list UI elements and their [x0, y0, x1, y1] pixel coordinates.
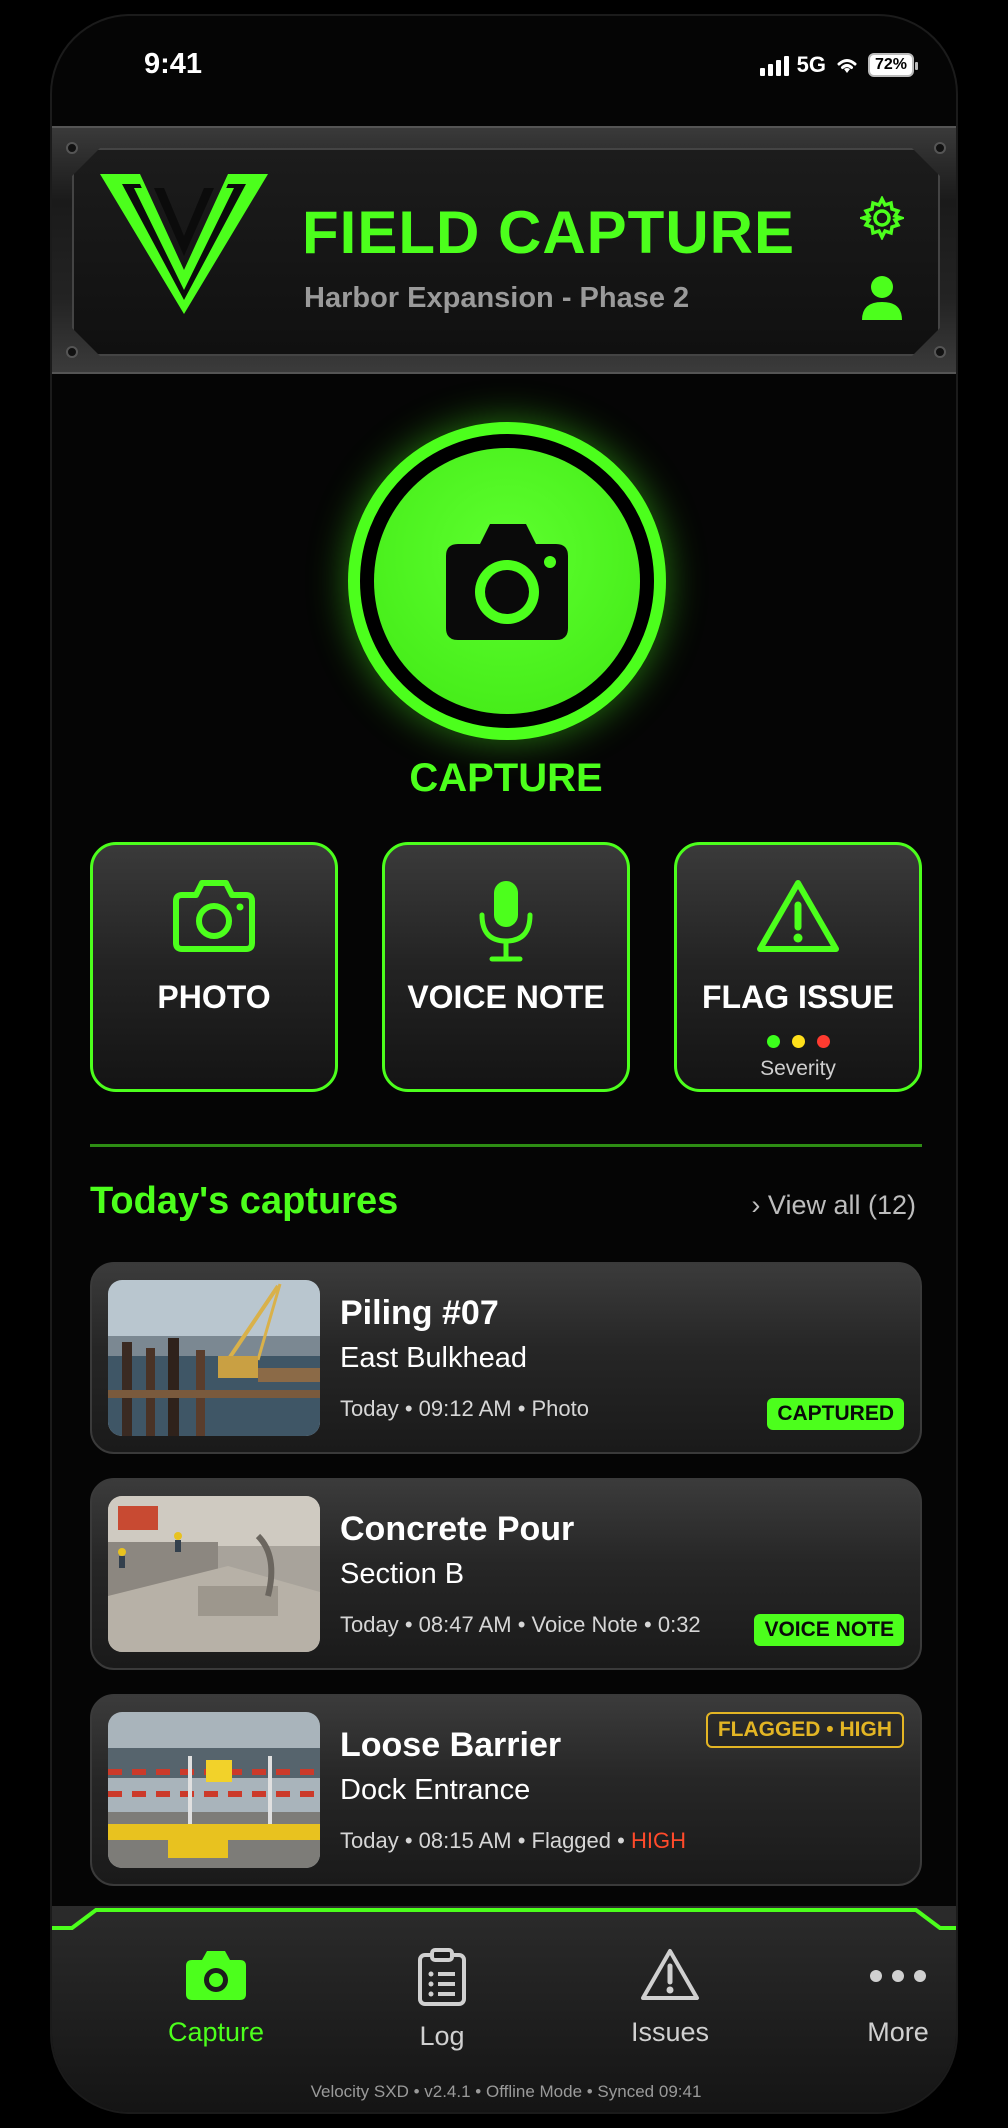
voice-note-label: VOICE NOTE	[407, 979, 605, 1015]
tab-more[interactable]: More	[808, 1948, 956, 2048]
capture-thumbnail	[108, 1280, 320, 1436]
severity-low-dot	[766, 1035, 780, 1048]
capture-meta: Today • 08:47 AM • Voice Note • 0:32	[340, 1612, 701, 1637]
camera-icon	[173, 880, 255, 952]
profile-icon[interactable]	[860, 274, 904, 322]
app-header: FIELD CAPTURE Harbor Expansion - Phase 2	[52, 126, 956, 374]
capture-title: Piling #07	[340, 1294, 499, 1332]
tab-label: Issues	[630, 2017, 710, 2047]
tab-bar-edge	[52, 1908, 956, 1930]
capture-subtitle: Section B	[340, 1558, 465, 1590]
tab-issues[interactable]: Issues	[580, 1948, 760, 2048]
camera-icon	[186, 1951, 246, 2000]
section-divider	[90, 1144, 922, 1147]
view-all-link[interactable]: › View all (12)	[751, 1190, 916, 1221]
severity-high-text: HIGH	[630, 1828, 686, 1853]
photo-button[interactable]: PHOTO	[90, 842, 338, 1092]
capture-thumbnail	[108, 1496, 320, 1652]
chevron-right-icon: ›	[751, 1190, 768, 1220]
severity-medium-dot	[791, 1035, 805, 1048]
status-time: 9:41	[144, 48, 203, 80]
flag-issue-button[interactable]: FLAG ISSUE Severity	[674, 842, 922, 1092]
section-title: Today's captures	[90, 1180, 399, 1222]
status-badge: CAPTURED	[767, 1398, 904, 1430]
velocity-logo	[100, 174, 268, 314]
tab-label: Log	[419, 2021, 465, 2051]
battery-icon: 72%	[868, 53, 918, 77]
capture-button-core[interactable]	[374, 448, 640, 714]
severity-indicator	[677, 1035, 919, 1048]
project-name: Harbor Expansion - Phase 2	[304, 282, 690, 314]
tab-log[interactable]: Log	[352, 1948, 532, 2052]
capture-thumbnail	[108, 1712, 320, 1868]
signal-icon	[759, 54, 789, 76]
status-bar: 9:41 5G 72%	[52, 16, 956, 126]
capture-title: Concrete Pour	[340, 1510, 575, 1548]
clipboard-icon	[418, 1948, 466, 2006]
warning-icon	[641, 1949, 699, 2000]
tab-capture[interactable]: Capture	[126, 1948, 306, 2048]
footer-version: Velocity SXD • v2.4.1 • Offline Mode • S…	[310, 2082, 702, 2101]
status-badge: VOICE NOTE	[754, 1614, 904, 1646]
capture-subtitle: East Bulkhead	[340, 1342, 528, 1374]
phone-screen: 9:41 5G 72% FIELD CAPTURE Harbor Expansi…	[50, 14, 958, 2114]
capture-card[interactable]: Loose Barrier Dock Entrance Today • 08:1…	[90, 1694, 922, 1886]
photo-label: PHOTO	[157, 979, 271, 1015]
more-icon	[870, 1970, 926, 1982]
capture-meta: Today • 08:15 AM • Flagged • HIGH	[340, 1828, 686, 1854]
gear-icon[interactable]	[860, 196, 904, 240]
voice-note-button[interactable]: VOICE NOTE	[382, 842, 630, 1092]
severity-high-dot	[816, 1035, 830, 1048]
tab-label: Capture	[167, 2017, 265, 2047]
camera-icon	[446, 524, 568, 640]
capture-card[interactable]: Piling #07 East Bulkhead Today • 09:12 A…	[90, 1262, 922, 1454]
bolt-icon	[66, 142, 78, 154]
flagged-badge: FLAGGED • HIGH	[705, 1712, 904, 1748]
app-title: FIELD CAPTURE	[302, 199, 795, 266]
capture-card[interactable]: Concrete Pour Section B Today • 08:47 AM…	[90, 1478, 922, 1670]
microphone-icon	[479, 881, 533, 962]
capture-meta-text: Today • 08:15 AM • Flagged •	[340, 1828, 631, 1853]
capture-label: CAPTURE	[409, 756, 603, 800]
flag-issue-label: FLAG ISSUE	[701, 979, 894, 1015]
wifi-icon	[837, 59, 857, 73]
view-all-label: View all (12)	[767, 1190, 916, 1220]
network-label: 5G	[796, 52, 826, 77]
warning-icon	[757, 880, 839, 952]
severity-label: Severity	[760, 1057, 836, 1080]
capture-button[interactable]	[348, 422, 666, 740]
status-indicators: 5G 72%	[759, 52, 918, 78]
capture-subtitle: Dock Entrance	[340, 1774, 531, 1806]
bolt-icon	[934, 346, 946, 358]
capture-title: Loose Barrier	[340, 1726, 562, 1764]
tab-label: More	[867, 2017, 929, 2047]
capture-meta: Today • 09:12 AM • Photo	[340, 1396, 590, 1421]
bolt-icon	[66, 346, 78, 358]
bolt-icon	[934, 142, 946, 154]
